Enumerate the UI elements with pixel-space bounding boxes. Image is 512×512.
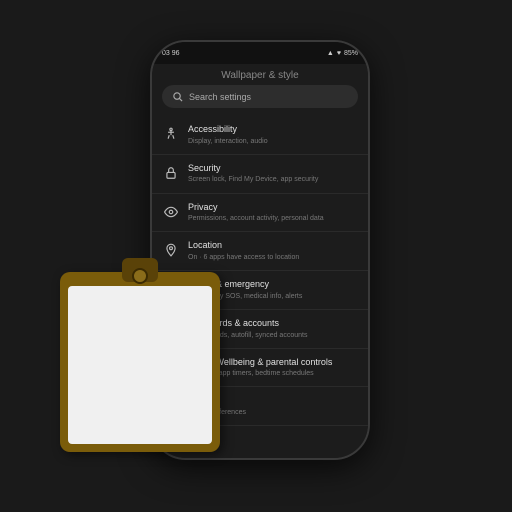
- clipboard-clip: [122, 258, 158, 282]
- clipboard: [60, 272, 220, 452]
- location-subtitle: On · 6 apps have access to location: [188, 253, 358, 262]
- location-title: Location: [188, 240, 358, 252]
- location-text: Location On · 6 apps have access to loca…: [188, 240, 358, 262]
- privacy-subtitle: Permissions, account activity, personal …: [188, 214, 358, 223]
- lock-icon: [162, 164, 180, 182]
- accessibility-text: Accessibility Display, interaction, audi…: [188, 124, 358, 146]
- settings-item-security[interactable]: Security Screen lock, Find My Device, ap…: [152, 155, 368, 194]
- clipboard-body: [60, 272, 220, 452]
- clipboard-paper: [68, 286, 212, 444]
- search-bar[interactable]: Search settings: [162, 85, 358, 108]
- security-title: Security: [188, 163, 358, 175]
- accessibility-title: Accessibility: [188, 124, 358, 136]
- search-placeholder: Search settings: [189, 92, 251, 102]
- security-subtitle: Screen lock, Find My Device, app securit…: [188, 175, 358, 184]
- location-pin-icon: [162, 241, 180, 259]
- accessibility-subtitle: Display, interaction, audio: [188, 137, 358, 146]
- settings-item-privacy[interactable]: Privacy Permissions, account activity, p…: [152, 194, 368, 233]
- settings-item-location[interactable]: Location On · 6 apps have access to loca…: [152, 232, 368, 271]
- privacy-text: Privacy Permissions, account activity, p…: [188, 202, 358, 224]
- eye-icon: [162, 203, 180, 221]
- status-time: 03 96: [162, 50, 180, 57]
- settings-item-accessibility[interactable]: Accessibility Display, interaction, audi…: [152, 116, 368, 155]
- status-bar: 03 96 ▲ ♥ 85%: [152, 42, 368, 64]
- screen-title: Wallpaper & style: [152, 64, 368, 85]
- accessibility-icon: [162, 125, 180, 143]
- status-icons: ▲ ♥ 85%: [327, 50, 358, 57]
- security-text: Security Screen lock, Find My Device, ap…: [188, 163, 358, 185]
- privacy-title: Privacy: [188, 202, 358, 214]
- search-icon: [172, 91, 183, 102]
